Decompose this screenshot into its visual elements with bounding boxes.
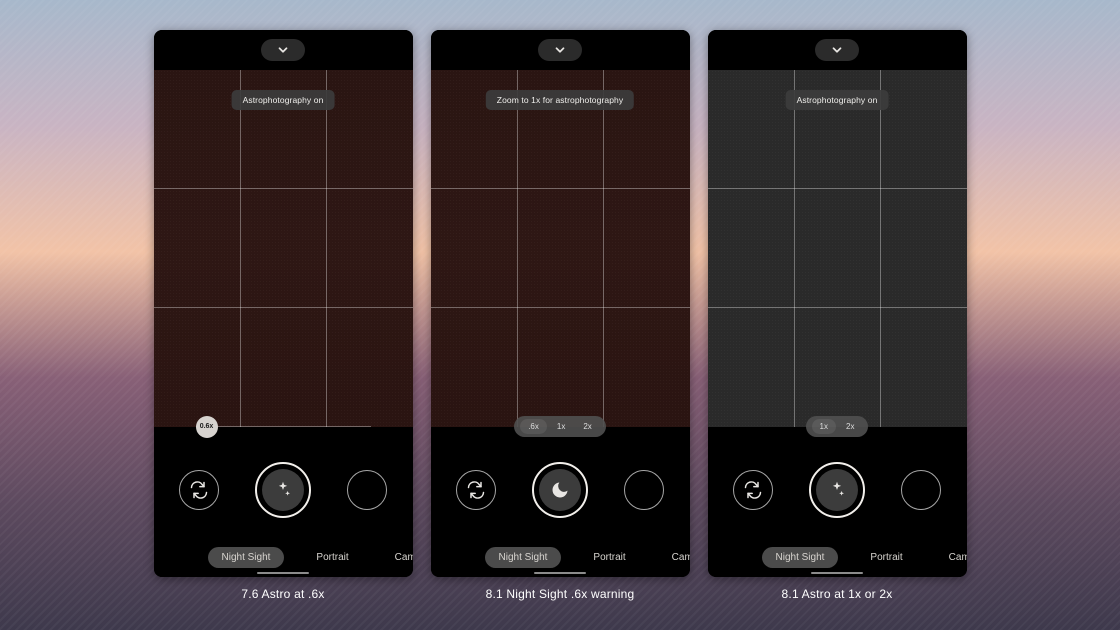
camera-viewfinder[interactable]: Zoom to 1x for astrophotography [431,70,690,427]
bottom-controls: 0.6x [154,427,413,577]
flip-camera-icon [743,480,763,500]
zoom-slider-track [196,426,371,427]
flip-camera-button[interactable] [456,470,496,510]
screen-column: Astrophotography on 1x 2x [708,30,967,601]
top-bar [431,30,690,70]
composition-grid [154,70,413,427]
screen-column: Astrophotography on 0.6x [154,30,413,601]
stars-icon [272,479,294,501]
zoom-option[interactable]: 2x [575,419,599,434]
settings-pulldown-button[interactable] [815,39,859,61]
sensor-noise-overlay [708,70,967,427]
top-bar [708,30,967,70]
bottom-controls: .6x 1x 2x [431,427,690,577]
home-indicator [811,572,863,574]
top-bar [154,30,413,70]
camera-viewfinder[interactable]: Astrophotography on [708,70,967,427]
home-indicator [534,572,586,574]
shutter-inner [816,469,858,511]
zoom-slider-knob[interactable]: 0.6x [196,416,218,438]
sensor-noise-overlay [154,70,413,427]
settings-pulldown-button[interactable] [538,39,582,61]
mode-night-sight[interactable]: Night Sight [208,547,285,568]
composition-grid [431,70,690,427]
stars-icon [826,479,848,501]
zoom-option[interactable]: 1x [549,419,573,434]
camera-app-screen: Zoom to 1x for astrophotography .6x 1x 2… [431,30,690,577]
shutter-button[interactable] [532,462,588,518]
sensor-noise-overlay [431,70,690,427]
status-toast: Astrophotography on [786,90,889,110]
status-toast: Zoom to 1x for astrophotography [486,90,634,110]
flip-camera-button[interactable] [733,470,773,510]
moon-icon [550,480,570,500]
mode-portrait[interactable]: Portrait [856,547,916,568]
mode-portrait[interactable]: Portrait [579,547,639,568]
composition-grid [708,70,967,427]
home-indicator [257,572,309,574]
shutter-button[interactable] [809,462,865,518]
last-photo-thumbnail[interactable] [901,470,941,510]
flip-camera-icon [189,480,209,500]
camera-app-screen: Astrophotography on 1x 2x [708,30,967,577]
shutter-button[interactable] [255,462,311,518]
zoom-option[interactable]: .6x [520,419,547,434]
controls-row [708,441,967,539]
mode-night-sight[interactable]: Night Sight [762,547,839,568]
zoom-row: .6x 1x 2x [431,413,690,441]
flip-camera-icon [466,480,486,500]
chevron-down-icon [276,43,290,57]
screen-column: Zoom to 1x for astrophotography .6x 1x 2… [431,30,690,601]
screen-caption: 8.1 Night Sight .6x warning [486,587,635,601]
flip-camera-button[interactable] [179,470,219,510]
camera-app-screen: Astrophotography on 0.6x [154,30,413,577]
chevron-down-icon [553,43,567,57]
zoom-selector[interactable]: 1x 2x [806,416,869,437]
zoom-row: 1x 2x [708,413,967,441]
bottom-controls: 1x 2x [708,427,967,577]
mode-camera[interactable]: Came [935,547,967,568]
mode-camera[interactable]: Came [381,547,413,568]
controls-row [154,441,413,539]
status-toast: Astrophotography on [232,90,335,110]
mode-night-sight[interactable]: Night Sight [485,547,562,568]
last-photo-thumbnail[interactable] [624,470,664,510]
zoom-option[interactable]: 1x [812,419,836,434]
screen-caption: 8.1 Astro at 1x or 2x [782,587,893,601]
shutter-inner [539,469,581,511]
screenshot-stage: Astrophotography on 0.6x [0,0,1120,630]
shutter-inner [262,469,304,511]
screen-caption: 7.6 Astro at .6x [241,587,324,601]
settings-pulldown-button[interactable] [261,39,305,61]
zoom-option[interactable]: 2x [838,419,862,434]
zoom-selector[interactable]: .6x 1x 2x [514,416,606,437]
zoom-slider[interactable]: 0.6x [196,420,371,434]
mode-portrait[interactable]: Portrait [302,547,362,568]
camera-viewfinder[interactable]: Astrophotography on [154,70,413,427]
controls-row [431,441,690,539]
chevron-down-icon [830,43,844,57]
mode-camera[interactable]: Came [658,547,690,568]
zoom-row: 0.6x [154,413,413,441]
last-photo-thumbnail[interactable] [347,470,387,510]
